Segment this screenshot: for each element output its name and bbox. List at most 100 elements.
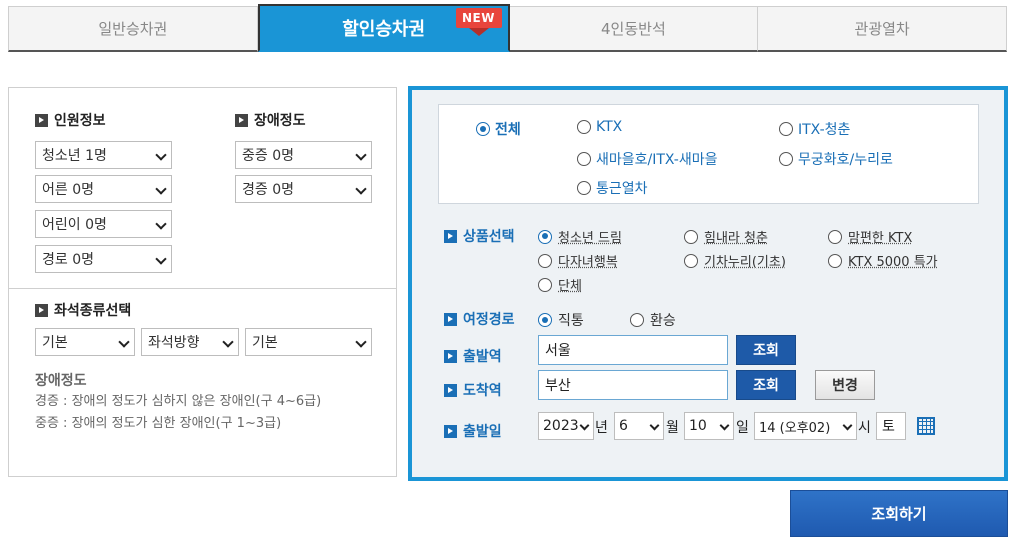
mild-disability-note: 경증 : 장애의 정도가 심하지 않은 장애인(구 4~6급) xyxy=(35,394,322,409)
arrival-station-input[interactable]: 부산 xyxy=(538,370,728,400)
section-title-text: 인원정보 xyxy=(54,113,106,129)
ticket-tabs: 일반승차권 할인승차권 NEW 4인동반석 관광열차 xyxy=(8,4,1007,52)
train-type-mugunghwa[interactable]: 무궁화호/누리로 xyxy=(779,149,893,169)
day-select[interactable]: 10 xyxy=(684,412,734,440)
year-unit: 년 xyxy=(595,420,608,436)
product-ktx-5000[interactable]: KTX 5000 특가 xyxy=(828,251,938,270)
product-gichanuri[interactable]: 기차누리(기초) xyxy=(684,251,786,270)
radio-label: 직통 xyxy=(558,313,584,329)
radio-icon xyxy=(630,313,644,327)
chevron-down-icon xyxy=(355,149,367,161)
radio-label: 청소년 드림 xyxy=(558,231,622,246)
chevron-down-icon xyxy=(355,336,367,348)
arrow-right-icon xyxy=(444,349,457,363)
radio-label: KTX xyxy=(596,119,623,135)
senior-count-select[interactable]: 경로 0명 xyxy=(35,245,172,273)
radio-icon xyxy=(538,277,552,292)
select-value: 기본 xyxy=(252,335,278,351)
new-badge: NEW xyxy=(455,8,502,38)
train-type-saemaeul[interactable]: 새마을호/ITX-새마을 xyxy=(577,149,718,169)
chevron-down-icon xyxy=(355,183,367,195)
tab-label: 4인동반석 xyxy=(601,20,666,38)
date-row: 2023 년 6 월 10 일 14 (오후02) 시 토 xyxy=(538,412,998,442)
seat-type-title: 좌석종류선택 xyxy=(35,300,131,320)
chevron-down-icon xyxy=(155,149,167,161)
input-value: 부산 xyxy=(545,378,571,394)
section-divider xyxy=(9,288,396,289)
train-type-ktx[interactable]: KTX xyxy=(577,119,622,135)
select-value: 14 (오후02) xyxy=(759,420,831,436)
month-select[interactable]: 6 xyxy=(614,412,664,440)
adult-count-select[interactable]: 어른 0명 xyxy=(35,175,172,203)
train-type-commuter[interactable]: 통근열차 xyxy=(577,178,648,198)
radio-label: 무궁화호/누리로 xyxy=(798,152,893,168)
calendar-icon[interactable] xyxy=(917,417,935,435)
tab-general-ticket[interactable]: 일반승차권 xyxy=(8,6,258,52)
arrow-right-icon xyxy=(444,312,457,326)
tab-label: 할인승차권 xyxy=(342,19,426,40)
arrival-lookup-button[interactable]: 조회 xyxy=(736,370,796,400)
weekday-value: 토 xyxy=(882,419,895,435)
route-transfer[interactable]: 환승 xyxy=(630,310,676,330)
chevron-down-icon xyxy=(222,336,234,348)
route-direct[interactable]: 직통 xyxy=(538,310,584,330)
severe-disability-note: 중증 : 장애의 정도가 심한 장애인(구 1~3급) xyxy=(35,416,282,431)
select-value: 10 xyxy=(689,418,707,434)
search-panel: 전체 KTX ITX-청춘 새마을호/ITX-새마을 무궁화호/누리로 통근열차 xyxy=(408,86,1008,481)
radio-checked-icon xyxy=(538,229,552,244)
radio-label: 맘편한 KTX xyxy=(848,231,913,246)
chevron-down-icon xyxy=(579,420,590,431)
product-multi-child[interactable]: 다자녀행복 xyxy=(538,251,618,270)
chevron-down-icon xyxy=(842,420,853,431)
seat-direction-select[interactable]: 좌석방향 xyxy=(141,328,239,356)
seat-position-select[interactable]: 기본 xyxy=(245,328,372,356)
tab-four-person-seat[interactable]: 4인동반석 xyxy=(509,6,759,52)
radio-checked-icon xyxy=(476,122,490,136)
product-label: 상품선택 xyxy=(444,226,515,246)
departure-lookup-button[interactable]: 조회 xyxy=(736,335,796,365)
train-type-all[interactable]: 전체 xyxy=(476,119,521,139)
radio-icon xyxy=(684,229,698,244)
radio-icon xyxy=(577,152,591,166)
departure-station-input[interactable]: 서울 xyxy=(538,335,728,365)
severe-disability-select[interactable]: 중증 0명 xyxy=(235,141,372,169)
radio-label: 환승 xyxy=(650,313,676,329)
hour-select[interactable]: 14 (오후02) xyxy=(754,412,857,440)
radio-label: 새마을호/ITX-새마을 xyxy=(596,152,718,168)
year-select[interactable]: 2023 xyxy=(538,412,594,440)
select-value: 경증 0명 xyxy=(242,182,294,198)
tab-tourist-train[interactable]: 관광열차 xyxy=(758,6,1007,52)
weekday-display: 토 xyxy=(876,412,906,440)
tab-discount-ticket[interactable]: 할인승차권 NEW xyxy=(257,4,510,52)
radio-label: ITX-청춘 xyxy=(798,122,851,138)
seat-type-select[interactable]: 기본 xyxy=(35,328,135,356)
product-group[interactable]: 단체 xyxy=(538,275,582,294)
radio-icon xyxy=(828,229,842,244)
product-youth-dream[interactable]: 청소년 드림 xyxy=(538,227,622,246)
chevron-down-icon xyxy=(649,420,660,431)
radio-label: 통근열차 xyxy=(596,181,648,197)
arrow-right-icon xyxy=(444,229,457,243)
swap-stations-button[interactable]: 변경 xyxy=(815,370,875,400)
mild-disability-select[interactable]: 경증 0명 xyxy=(235,175,372,203)
hour-unit: 시 xyxy=(858,420,871,436)
radio-icon xyxy=(779,152,793,166)
radio-label: 다자녀행복 xyxy=(558,255,618,270)
button-label: 변경 xyxy=(832,378,858,394)
route-label: 여정경로 xyxy=(444,309,515,329)
day-unit: 일 xyxy=(736,420,749,436)
search-trains-button[interactable]: 조회하기 xyxy=(790,490,1008,537)
field-label: 출발일 xyxy=(463,424,502,440)
departure-label: 출발역 xyxy=(444,346,502,366)
field-label: 도착역 xyxy=(463,383,502,399)
product-cheer-up-youth[interactable]: 힘내라 청춘 xyxy=(684,227,768,246)
child-count-select[interactable]: 어린이 0명 xyxy=(35,210,172,238)
product-comfortable-ktx[interactable]: 맘편한 KTX xyxy=(828,227,912,246)
select-value: 2023 xyxy=(543,418,579,434)
youth-count-select[interactable]: 청소년 1명 xyxy=(35,141,172,169)
field-label: 여정경로 xyxy=(463,312,515,328)
field-label: 상품선택 xyxy=(463,229,515,245)
chevron-down-icon xyxy=(155,183,167,195)
train-type-itx-cheongchun[interactable]: ITX-청춘 xyxy=(779,119,850,139)
field-label: 출발역 xyxy=(463,349,502,365)
